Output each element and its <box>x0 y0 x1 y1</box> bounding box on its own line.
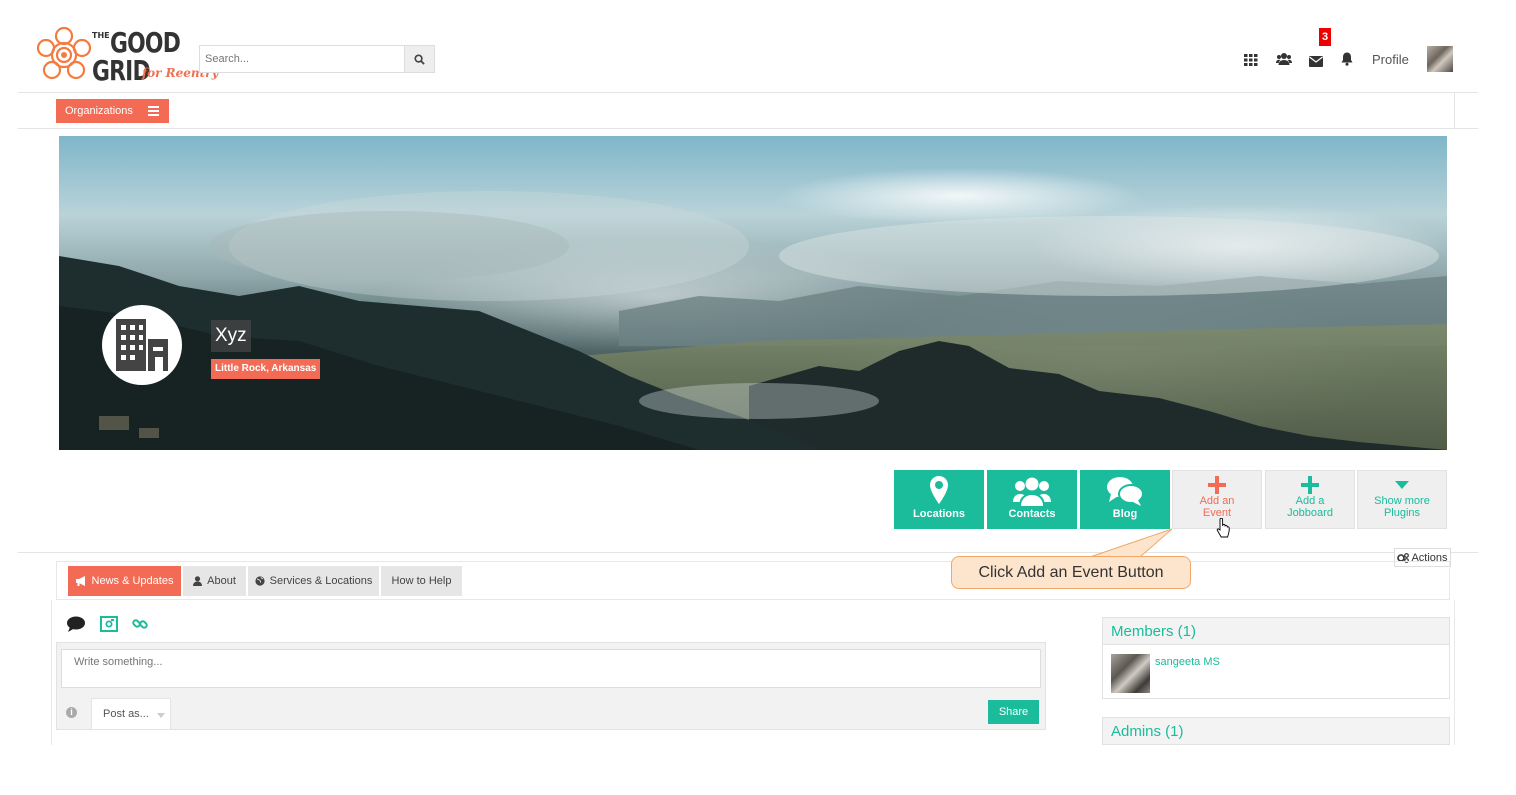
caret-down-icon <box>1395 481 1409 489</box>
photo-icon <box>100 616 118 632</box>
flower-logo-icon <box>36 26 92 80</box>
map-marker-icon <box>930 476 948 504</box>
tab-label: How to Help <box>391 575 452 587</box>
grid-icon <box>1244 54 1258 66</box>
plugin-label: Add an Event <box>1199 495 1235 519</box>
post-as-select[interactable]: Post as... <box>91 698 171 730</box>
share-button[interactable]: Share <box>988 700 1039 724</box>
tab-services-locations[interactable]: Services & Locations <box>248 566 379 596</box>
tab-how-to-help[interactable]: How to Help <box>381 566 462 596</box>
contacts-plugin-button[interactable]: Contacts <box>987 470 1077 529</box>
instruction-callout: Click Add an Event Button <box>951 556 1191 589</box>
admins-title: Admins (1) <box>1103 718 1449 745</box>
cover-photo <box>59 136 1447 450</box>
tab-label: About <box>207 575 236 587</box>
chevron-down-icon <box>157 713 165 718</box>
search-button[interactable] <box>404 46 434 72</box>
member-avatar[interactable] <box>1111 654 1150 693</box>
bell-icon <box>1341 52 1353 66</box>
plugin-label: Add a Jobboard <box>1287 495 1333 519</box>
mountain-landscape-image <box>59 191 1447 450</box>
logo[interactable]: THE GOOD GRID for Reentry <box>36 26 218 86</box>
admins-panel: Admins (1) <box>1102 717 1450 745</box>
organizations-menu-button[interactable]: Organizations <box>56 99 169 123</box>
post-as-label: Post as... <box>103 708 149 720</box>
callout-text: Click Add an Event Button <box>978 563 1164 581</box>
content-right-border <box>1454 600 1455 745</box>
members-title: Members (1) <box>1103 618 1449 645</box>
plugin-label: Locations <box>913 508 965 520</box>
content-divider <box>18 552 1478 553</box>
tab-label: Services & Locations <box>269 575 373 587</box>
sub-navigation-bar <box>18 93 1478 129</box>
tab-label: News & Updates <box>91 575 174 587</box>
plugin-label: Blog <box>1112 508 1138 520</box>
plus-icon <box>1208 476 1226 494</box>
search-box <box>199 45 435 73</box>
users-icon <box>1013 477 1051 506</box>
user-avatar[interactable] <box>1427 46 1453 72</box>
comment-icon <box>67 616 85 632</box>
organization-avatar[interactable] <box>102 305 182 385</box>
link-icon <box>132 619 148 629</box>
tab-about[interactable]: About <box>183 566 246 596</box>
show-more-plugins-button[interactable]: Show more Plugins <box>1357 470 1447 529</box>
plugin-label: Contacts <box>1008 508 1056 520</box>
search-icon <box>414 53 425 65</box>
globe-icon <box>255 576 265 586</box>
members-panel: Members (1) sangeeta MS <box>1102 617 1450 699</box>
users-icon <box>1276 53 1292 65</box>
envelope-icon <box>1309 56 1323 67</box>
blog-plugin-button[interactable]: Blog <box>1080 470 1170 529</box>
user-icon <box>193 576 203 586</box>
messages-count-badge: 3 <box>1319 28 1331 46</box>
people-button[interactable] <box>1276 52 1292 66</box>
callout-pointer <box>1089 528 1173 558</box>
messages-button[interactable] <box>1309 54 1323 67</box>
post-textarea[interactable] <box>61 649 1041 688</box>
content-left-border <box>51 600 52 745</box>
locations-plugin-button[interactable]: Locations <box>894 470 984 529</box>
post-type-comment[interactable] <box>67 616 85 632</box>
plus-icon <box>1301 476 1319 494</box>
building-icon <box>116 319 168 371</box>
organization-location: Little Rock, Arkansas <box>211 359 321 379</box>
post-type-link[interactable] <box>132 616 148 632</box>
post-type-photo[interactable] <box>100 616 118 632</box>
logo-the: THE <box>92 31 110 40</box>
organization-name: Xyz <box>211 320 251 352</box>
tab-news-updates[interactable]: News & Updates <box>68 566 181 596</box>
sub-navigation-divider <box>1454 93 1455 129</box>
apps-grid-button[interactable] <box>1244 53 1258 66</box>
hand-pointer-cursor-icon <box>1216 518 1230 538</box>
comments-icon <box>1107 477 1143 506</box>
notifications-button[interactable] <box>1341 52 1353 66</box>
plugin-label: Show more Plugins <box>1374 495 1430 519</box>
info-icon[interactable]: i <box>66 707 77 718</box>
hamburger-menu-icon <box>148 106 159 116</box>
bullhorn-icon <box>75 576 85 586</box>
add-jobboard-plugin-button[interactable]: Add a Jobboard <box>1265 470 1355 529</box>
organizations-label: Organizations <box>65 105 133 117</box>
member-name[interactable]: sangeeta MS <box>1155 656 1220 668</box>
search-input[interactable] <box>200 46 405 72</box>
profile-link[interactable]: Profile <box>1372 52 1409 67</box>
